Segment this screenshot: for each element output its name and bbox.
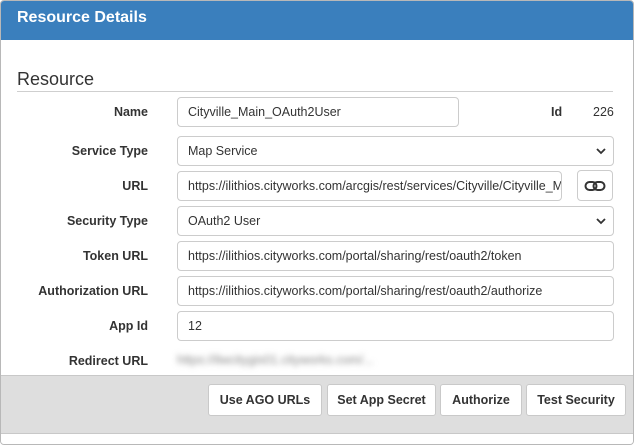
dialog-bottom-edge [1,433,633,444]
authorization-url-label: Authorization URL [38,284,148,298]
security-type-value: OAuth2 User [188,214,261,228]
test-security-button[interactable]: Test Security [526,384,626,416]
token-url-input[interactable]: https://ilithios.cityworks.com/portal/sh… [177,241,614,271]
token-url-label: Token URL [82,249,148,263]
chevron-down-icon [596,218,606,225]
authorize-button[interactable]: Authorize [440,384,522,416]
service-type-label: Service Type [71,144,148,158]
url-input[interactable]: https://ilithios.cityworks.com/arcgis/re… [177,171,562,201]
service-type-select[interactable]: Map Service [177,136,614,166]
authorization-url-input[interactable]: https://ilithios.cityworks.com/portal/sh… [177,276,614,306]
dialog-title: Resource Details [1,1,633,40]
redirect-url-value: https://ilwcitygis01.cityworks.com/... [177,353,374,367]
redirect-url-label: Redirect URL [68,354,148,368]
open-url-button[interactable] [577,170,613,201]
service-type-value: Map Service [188,144,258,158]
section-divider [17,91,613,92]
use-ago-urls-button[interactable]: Use AGO URLs [208,384,322,416]
security-type-select[interactable]: OAuth2 User [177,206,614,236]
id-value: 226 [593,105,614,119]
security-type-label: Security Type [66,214,148,228]
chevron-down-icon [596,148,606,155]
resource-details-dialog: Resource Details Resource Name Cityville… [0,0,634,445]
app-id-label: App Id [109,319,148,333]
section-title: Resource [17,69,95,89]
url-label: URL [122,179,148,193]
app-id-input[interactable]: 12 [177,311,614,341]
name-input[interactable]: Cityville_Main_OAuth2User [177,97,459,127]
name-label: Name [113,105,148,119]
set-app-secret-button[interactable]: Set App Secret [327,384,436,416]
id-label: Id [551,105,563,119]
link-icon [584,180,606,191]
